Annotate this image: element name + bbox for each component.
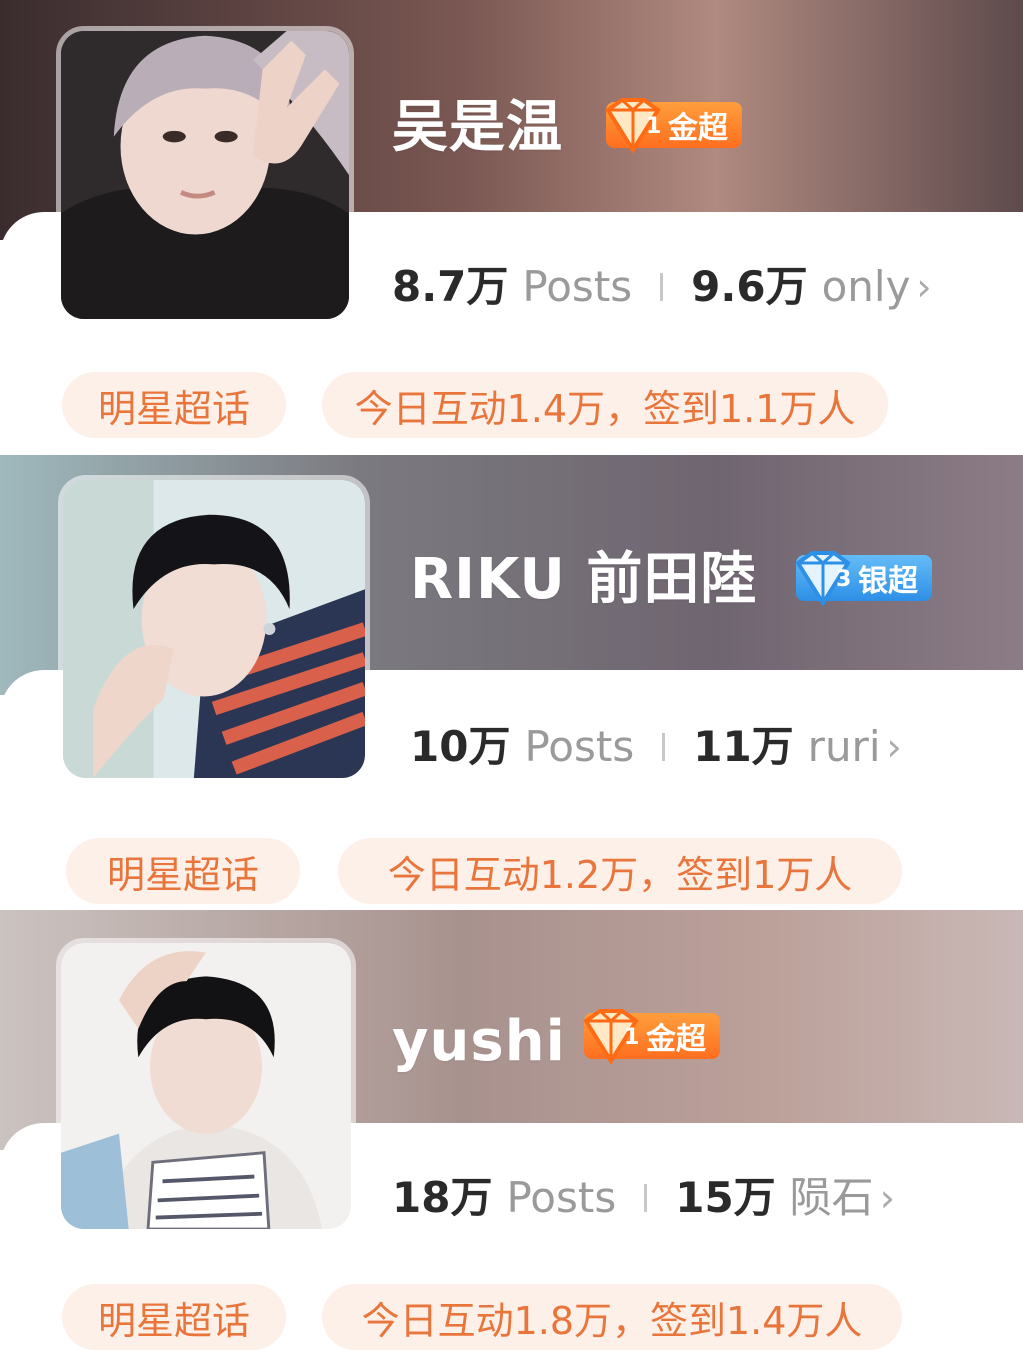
divider <box>644 1184 648 1212</box>
supertopic-card[interactable]: yushi 1 金超 18万 Posts 15万 陨石 › 明星超话 今日互动1… <box>0 910 1023 1366</box>
avatar[interactable] <box>58 475 370 783</box>
posts-count: 8.7万 <box>392 262 509 311</box>
category-tag[interactable]: 明星超话 <box>62 372 286 438</box>
topic-name[interactable]: yushi <box>392 1012 566 1072</box>
badge-level: 3 <box>836 567 852 592</box>
avatar[interactable] <box>56 938 356 1234</box>
topic-name[interactable]: RIKU 前田陸 <box>410 550 757 610</box>
badge-label: 金超 <box>668 111 728 146</box>
badge-level: 1 <box>624 1025 640 1050</box>
fans-label: only <box>821 262 911 311</box>
fans-count: 15万 <box>675 1173 776 1222</box>
posts-label: Posts <box>506 1173 617 1222</box>
badge-label: 金超 <box>646 1022 706 1057</box>
super-tier-badge: 1 金超 <box>583 1009 720 1065</box>
fans-count: 9.6万 <box>691 262 808 311</box>
category-tag[interactable]: 明星超话 <box>66 838 300 904</box>
avatar[interactable] <box>56 26 354 324</box>
fans-label: ruri <box>807 722 881 771</box>
stats-row[interactable]: 18万 Posts 15万 陨石 › <box>392 1173 895 1223</box>
chevron-right-icon: › <box>916 265 932 309</box>
posts-count: 18万 <box>392 1173 493 1222</box>
super-tier-badge: 3 银超 <box>795 551 932 607</box>
activity-tag[interactable]: 今日互动1.4万，签到1.1万人 <box>322 372 888 438</box>
category-tag[interactable]: 明星超话 <box>62 1284 286 1350</box>
activity-tag[interactable]: 今日互动1.8万，签到1.4万人 <box>322 1284 902 1350</box>
chevron-right-icon: › <box>879 1176 895 1220</box>
supertopic-card[interactable]: 吴是温 1 金超 8.7万 Posts 9.6万 only › 明星超话 今日互… <box>0 0 1023 455</box>
chevron-right-icon: › <box>886 725 902 769</box>
stats-row[interactable]: 8.7万 Posts 9.6万 only › <box>392 262 932 312</box>
divider <box>660 273 664 301</box>
super-tier-badge: 1 金超 <box>605 98 742 154</box>
badge-level: 1 <box>646 114 662 139</box>
fans-count: 11万 <box>693 722 794 771</box>
posts-count: 10万 <box>410 722 511 771</box>
topic-name[interactable]: 吴是温 <box>392 98 563 158</box>
divider <box>662 733 666 761</box>
activity-tag[interactable]: 今日互动1.2万，签到1万人 <box>338 838 902 904</box>
posts-label: Posts <box>524 722 635 771</box>
fans-label: 陨石 <box>789 1173 874 1222</box>
supertopic-card[interactable]: RIKU 前田陸 3 银超 10万 Posts 11万 ruri › 明星超话 … <box>0 455 1023 910</box>
badge-label: 银超 <box>858 564 918 599</box>
posts-label: Posts <box>522 262 633 311</box>
stats-row[interactable]: 10万 Posts 11万 ruri › <box>410 722 902 772</box>
